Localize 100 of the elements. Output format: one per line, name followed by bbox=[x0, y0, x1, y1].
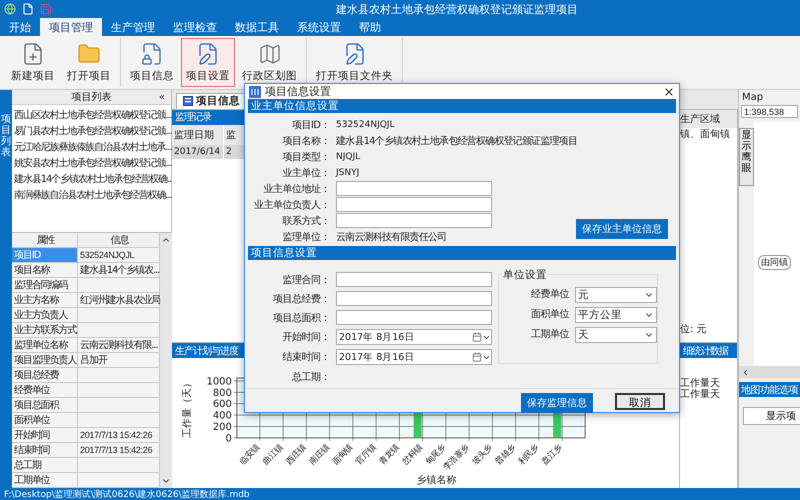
property-name[interactable]: 监理单位名称 bbox=[12, 338, 78, 353]
category-label: 曲江镇 bbox=[260, 442, 284, 466]
field-label: 业主单位负责人： bbox=[253, 198, 330, 212]
text-input[interactable] bbox=[336, 213, 492, 228]
ribbon-button[interactable]: 项目设置 bbox=[181, 38, 235, 87]
property-name[interactable]: 结束时间 bbox=[12, 443, 78, 458]
scroll-left-icon[interactable] bbox=[741, 368, 750, 376]
ribbon-tab[interactable]: 帮助 bbox=[350, 18, 390, 36]
property-name[interactable]: 业主方负责人 bbox=[12, 308, 78, 323]
show-button[interactable]: 显示项 bbox=[743, 407, 800, 425]
property-value: 532524NJQJL bbox=[78, 248, 160, 263]
scrollbar[interactable] bbox=[739, 366, 800, 378]
property-name[interactable]: 项目监理负责人 bbox=[12, 353, 78, 368]
ribbon-tab[interactable]: 系统设置 bbox=[288, 18, 350, 36]
axis-tick-label: 400 bbox=[212, 410, 232, 422]
globe-icon[interactable] bbox=[4, 3, 16, 15]
axis-tick-label: 200 bbox=[212, 422, 232, 433]
property-name[interactable]: 经费单位 bbox=[12, 383, 78, 398]
category-label: 临安镇 bbox=[237, 442, 262, 466]
axis-tick-label: 0 bbox=[226, 433, 232, 444]
property-name[interactable]: 项目总面积 bbox=[12, 398, 78, 413]
property-name[interactable]: 面积单位 bbox=[12, 413, 78, 428]
category-label: 利民乡 bbox=[516, 442, 540, 466]
ribbon-button[interactable]: 打开项目文件夹 bbox=[311, 38, 398, 87]
text-input[interactable] bbox=[336, 291, 492, 306]
calendar-icon[interactable] bbox=[472, 332, 482, 342]
section-header: 项目信息设置 bbox=[248, 246, 676, 260]
table-cell: 2017/6/14 bbox=[172, 144, 224, 159]
field-label: 监理合同： bbox=[282, 274, 330, 286]
ribbon-tab[interactable]: 项目管理 bbox=[40, 18, 102, 36]
field-label: 项目类型： bbox=[282, 150, 330, 164]
field-label: 项目总面积： bbox=[272, 312, 330, 324]
property-name[interactable]: 业主方联系方式 bbox=[12, 323, 78, 338]
ribbon-tab[interactable]: 监理检查 bbox=[164, 18, 226, 36]
field-label: 经费单位 bbox=[530, 288, 569, 302]
ribbon-tab[interactable]: 开始 bbox=[0, 18, 40, 36]
close-icon[interactable] bbox=[663, 86, 675, 98]
ribbon-button[interactable]: 项目信息 bbox=[125, 38, 179, 87]
field-label: 工期单位 bbox=[530, 328, 569, 342]
field-label: 业主单位： bbox=[282, 166, 330, 180]
field-value: NJQJL bbox=[336, 150, 362, 164]
category-label: 南庄镇 bbox=[306, 442, 331, 466]
category-label: 普雄乡 bbox=[493, 442, 518, 466]
property-name[interactable]: 总工期 bbox=[12, 458, 78, 473]
calendar-icon[interactable] bbox=[472, 352, 482, 362]
save-project-button[interactable]: 保存监理信息 bbox=[521, 393, 593, 413]
date-field[interactable]: 2017年 8月16日 bbox=[336, 329, 492, 345]
property-name[interactable]: 工期单位 bbox=[12, 473, 78, 488]
column-header: 生产区域 bbox=[680, 110, 737, 128]
property-name[interactable]: 项目名称 bbox=[12, 263, 78, 278]
category-label: 西庄镇 bbox=[284, 442, 308, 466]
axis-title: 乡镇名称 bbox=[416, 474, 456, 486]
section-header: 业主单位信息设置 bbox=[248, 99, 676, 113]
panel-title: 项目列表 bbox=[72, 90, 112, 104]
property-value: 吕加开 bbox=[78, 353, 160, 368]
property-name[interactable]: 业主方名称 bbox=[12, 293, 78, 308]
column-header: 信息 bbox=[78, 233, 160, 248]
map-icon bbox=[258, 42, 282, 66]
property-name[interactable]: 监理合同编码 bbox=[12, 278, 78, 293]
section-header: 地图功能选项 bbox=[739, 382, 800, 397]
group-title: 单位设置 bbox=[502, 268, 548, 282]
ribbon-tab[interactable]: 数据工具 bbox=[226, 18, 288, 36]
property-value: 云南云测科技有限... bbox=[78, 338, 160, 353]
select-field[interactable]: 天 bbox=[575, 327, 657, 343]
scale-field[interactable]: 1:398,538 bbox=[741, 105, 798, 118]
document-tab[interactable]: 项目信息 bbox=[176, 92, 247, 109]
map-canvas[interactable]: 由同镇 bbox=[754, 122, 800, 366]
axis-tick-label: 600 bbox=[212, 399, 232, 410]
category-label: 青龙镇 bbox=[376, 442, 401, 466]
side-tab[interactable]: 项目列表 bbox=[0, 90, 12, 488]
property-name[interactable]: 开始时间 bbox=[12, 428, 78, 443]
window-title: 建水县农村土地承包经营权确权登记颁证监理项目 bbox=[335, 2, 579, 16]
text-input[interactable] bbox=[336, 197, 492, 212]
save-owner-button[interactable]: 保存业主单位信息 bbox=[576, 218, 668, 238]
section-header: 细统计数据 bbox=[680, 343, 737, 358]
collapse-button[interactable]: « bbox=[158, 92, 165, 102]
select-field[interactable]: 平方公里 bbox=[575, 307, 657, 323]
text-input[interactable] bbox=[336, 310, 492, 325]
ribbon-button[interactable]: 打开项目 bbox=[62, 38, 116, 87]
category-label: 面甸镇 bbox=[330, 442, 354, 466]
scrollbar[interactable] bbox=[160, 233, 172, 488]
ribbon-button[interactable]: 新建项目 bbox=[6, 38, 60, 87]
field-label: 总工期： bbox=[291, 370, 330, 384]
category-label: 坡头乡 bbox=[470, 442, 494, 466]
text-input[interactable] bbox=[336, 272, 492, 287]
text-input[interactable] bbox=[336, 181, 492, 196]
axis-title: 工作量（天） bbox=[182, 378, 193, 438]
ribbon-button[interactable]: 行政区划图 bbox=[237, 38, 302, 87]
ribbon-tab[interactable]: 生产管理 bbox=[102, 18, 164, 36]
property-name[interactable]: 项目总经费 bbox=[12, 368, 78, 383]
cancel-button[interactable]: 取消 bbox=[615, 393, 665, 410]
eagle-eye-button[interactable]: 显示鹰眼 bbox=[739, 128, 754, 186]
date-field[interactable]: 2017年 8月16日 bbox=[336, 349, 492, 365]
select-field[interactable]: 元 bbox=[575, 287, 657, 303]
legend-label: 工作量天 bbox=[680, 378, 721, 389]
place-label: 由同镇 bbox=[758, 255, 791, 270]
field-label: 项目名称： bbox=[282, 134, 330, 148]
status-path: F:\Desktop\监理测试\测试0626\建水0626\监理数据库.mdb bbox=[0, 488, 800, 500]
document-icon[interactable] bbox=[22, 3, 34, 15]
category-label: 官厅镇 bbox=[353, 442, 378, 466]
